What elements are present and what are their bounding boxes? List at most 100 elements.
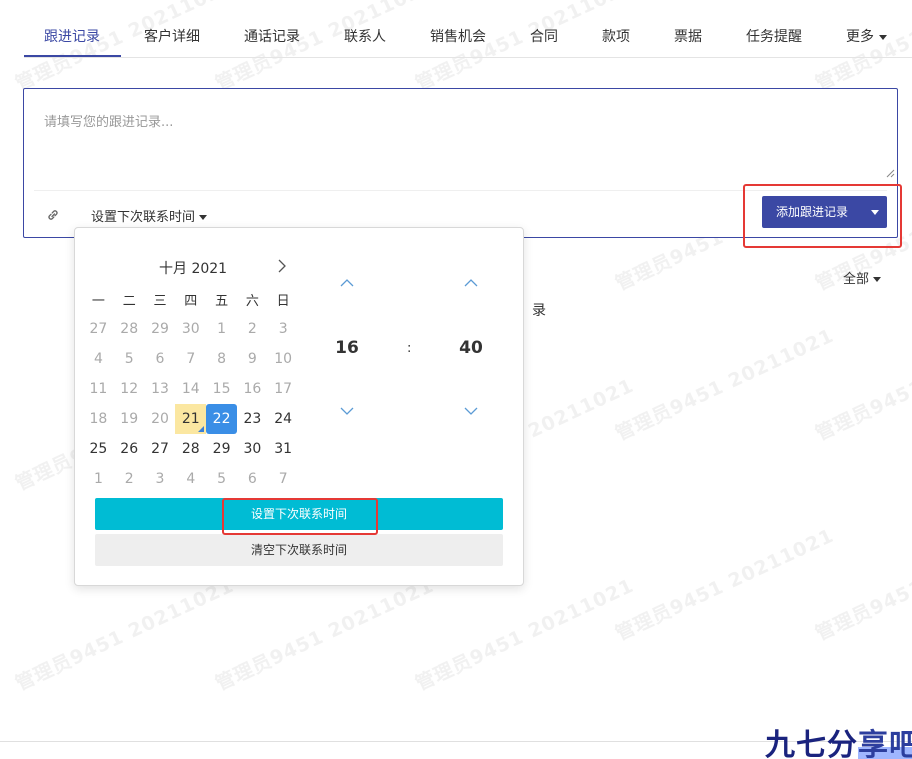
tab-more-label: 更多 [846,29,874,45]
calendar-day[interactable]: 20 [145,404,176,434]
tab-more[interactable]: 更多 [846,26,887,46]
tab-contract[interactable]: 合同 [530,26,558,46]
calendar-day[interactable]: 2 [237,314,268,344]
caret-down-icon [879,34,887,40]
time-separator: : [407,341,412,356]
hour-up-chevron-icon[interactable] [339,278,355,288]
weekday-label: 日 [276,294,290,309]
next-contact-time-toggle[interactable]: 设置下次联系时间 [91,206,208,225]
calendar-day[interactable]: 31 [268,434,299,464]
calendar-weekday-header: 一二三四五六日 [83,290,299,309]
calendar-day[interactable]: 6 [237,464,268,494]
weekday-label: 三 [153,294,167,309]
calendar-day[interactable]: 3 [268,314,299,344]
set-next-contact-time-button[interactable]: 设置下次联系时间 [95,498,503,530]
clear-next-contact-time-button[interactable]: 清空下次联系时间 [95,534,503,566]
watermark-text: 管理员9451 20211021 [412,574,638,696]
calendar-day[interactable]: 1 [206,314,237,344]
calendar-day[interactable]: 2 [114,464,145,494]
calendar-day[interactable]: 29 [145,314,176,344]
next-contact-datetime-popover: 十月 2021 一二三四五六日 27 28 29 30 1 2 3 4 5 6 7 8 9 10 11 12 1… [74,227,524,586]
calendar-day[interactable]: 11 [83,374,114,404]
calendar-day[interactable]: 14 [175,374,206,404]
calendar-day[interactable]: 7 [175,344,206,374]
calendar-day[interactable]: 25 [83,434,114,464]
calendar-day[interactable]: 10 [268,344,299,374]
watermark-text: 管理员9451 20211021 [212,574,438,696]
hour-down-chevron-icon[interactable] [339,406,355,416]
weekday-label: 二 [122,294,136,309]
weekday-label: 四 [184,294,198,309]
calendar-day[interactable]: 5 [114,344,145,374]
record-filter-dropdown[interactable]: 全部 [843,268,882,287]
watermark-text: 管理员9451 20211021 [612,524,838,646]
caret-down-icon [871,210,879,215]
calendar-day[interactable]: 16 [237,374,268,404]
follow-up-textarea[interactable] [24,89,897,181]
watermark-text: 管理员9451 20211021 [812,525,912,646]
weekday-label: 一 [91,294,105,309]
record-filter-label: 全部 [843,272,870,287]
calendar-day[interactable]: 29 [206,434,237,464]
tab-call-records[interactable]: 通话记录 [244,26,300,46]
calendar-day[interactable]: 1 [83,464,114,494]
tab-customer-detail[interactable]: 客户详细 [144,26,200,46]
site-logo: 九七分享吧 [765,720,912,759]
weekday-label: 五 [215,294,229,309]
weekday-label: 六 [245,294,259,309]
calendar-day[interactable]: 26 [114,434,145,464]
calendar-day[interactable]: 28 [114,314,145,344]
minute-up-chevron-icon[interactable] [463,278,479,288]
site-logo-text-a: 九七分 [765,728,858,759]
next-contact-time-label: 设置下次联系时间 [91,210,196,225]
calendar-day-today[interactable]: 21 [175,404,207,434]
calendar-day[interactable]: 17 [268,374,299,404]
chevron-right-icon[interactable] [275,259,289,273]
calendar-day[interactable]: 4 [175,464,206,494]
tab-invoices[interactable]: 票据 [674,26,702,46]
calendar-day[interactable]: 18 [83,404,114,434]
calendar-day[interactable]: 27 [145,434,176,464]
add-follow-up-button[interactable]: 添加跟进记录 [762,196,861,228]
calendar-day[interactable]: 19 [114,404,145,434]
tab-payments[interactable]: 款项 [602,26,630,46]
tab-bar: 跟进记录 客户详细 通话记录 联系人 销售机会 合同 款项 票据 任务提醒 更多 [24,0,912,58]
calendar-day[interactable]: 5 [206,464,237,494]
calendar-day[interactable]: 30 [237,434,268,464]
calendar-day[interactable]: 15 [206,374,237,404]
watermark-text: 管理员9451 20211021 [812,325,912,446]
calendar-day[interactable]: 8 [206,344,237,374]
calendar-day[interactable]: 13 [145,374,176,404]
tab-follow-up[interactable]: 跟进记录 [44,26,100,46]
calendar-day[interactable]: 30 [175,314,206,344]
calendar-day[interactable]: 4 [83,344,114,374]
calendar-month-title: 十月 2021 [159,261,228,277]
calendar-day[interactable]: 9 [237,344,268,374]
calendar-day[interactable]: 28 [175,434,206,464]
calendar-day[interactable]: 12 [114,374,145,404]
add-follow-up-dropdown-toggle[interactable] [861,196,887,228]
watermark-text: 管理员9451 20211021 [612,324,838,446]
add-follow-up-button-group: 添加跟进记录 [762,196,887,228]
calendar-day[interactable]: 7 [268,464,299,494]
tab-contacts[interactable]: 联系人 [344,26,386,46]
calendar-day[interactable]: 6 [145,344,176,374]
calendar-day[interactable]: 24 [268,404,299,434]
tab-sales-opportunity[interactable]: 销售机会 [430,26,486,46]
attachment-link-icon[interactable] [46,208,60,222]
minute-down-chevron-icon[interactable] [463,406,479,416]
calendar-day[interactable]: 27 [83,314,114,344]
site-logo-text-b: 享吧 [858,728,912,759]
minute-value[interactable]: 40 [451,338,491,358]
caret-down-icon [199,215,208,220]
tab-task-reminder[interactable]: 任务提醒 [746,26,802,46]
calendar-day-grid: 27 28 29 30 1 2 3 4 5 6 7 8 9 10 11 12 13 14 15 16 17 18 19 20 2… [83,314,299,494]
calendar-day-selected[interactable]: 22 [206,404,237,434]
calendar-day[interactable]: 23 [237,404,268,434]
resize-grip-icon[interactable] [886,169,895,178]
caret-down-icon [873,277,882,282]
hour-value[interactable]: 16 [327,338,367,358]
active-tab-indicator [24,55,121,57]
watermark-text: 管理员9451 20211021 [12,574,238,696]
calendar-day[interactable]: 3 [145,464,176,494]
